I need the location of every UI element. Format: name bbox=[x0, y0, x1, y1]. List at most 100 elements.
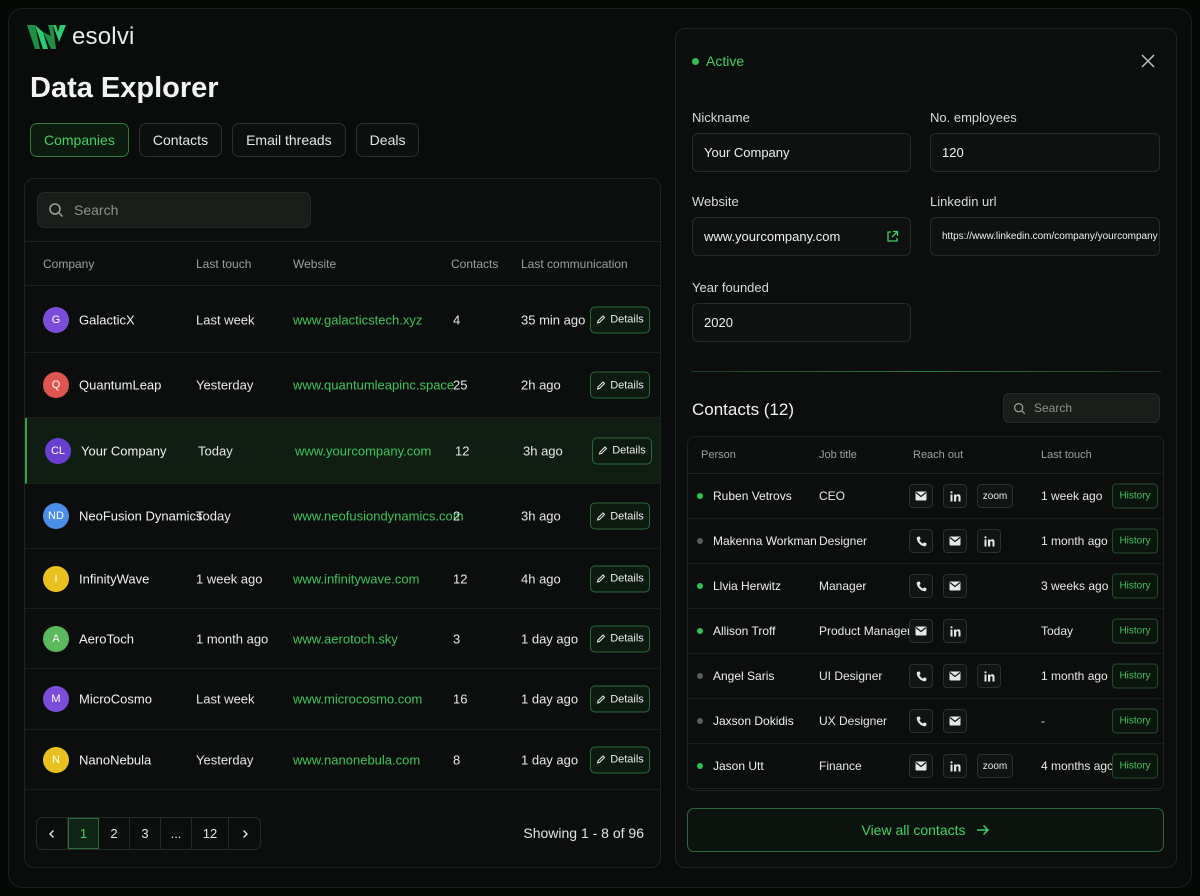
last-communication: 2h ago bbox=[521, 377, 561, 393]
chevron-left-icon bbox=[49, 829, 54, 838]
last-touch: 1 month ago bbox=[1041, 669, 1108, 683]
section-divider bbox=[691, 371, 1161, 372]
mail-button[interactable] bbox=[943, 529, 967, 553]
contacts-count: 12 bbox=[455, 443, 470, 458]
contact-row[interactable]: Makenna Workman Designer 1 month ago Histor… bbox=[688, 519, 1163, 564]
history-button[interactable]: History bbox=[1112, 573, 1158, 599]
contact-row[interactable]: Llvia Herwitz Manager 3 weeks ago History bbox=[688, 564, 1163, 609]
history-button[interactable]: History bbox=[1112, 618, 1158, 644]
zoom-button[interactable]: zoom bbox=[977, 754, 1013, 778]
contacts-search-input[interactable]: Search bbox=[1003, 393, 1160, 423]
website-field[interactable]: www.yourcompany.com bbox=[692, 217, 911, 256]
details-button[interactable]: Details bbox=[590, 565, 650, 592]
table-row[interactable]: I InfinityWave 1 week ago www.infinitywave.… bbox=[25, 549, 660, 609]
founded-field[interactable]: 2020 bbox=[692, 303, 911, 342]
companies-search-input[interactable]: Search bbox=[37, 192, 311, 228]
page-2-button[interactable]: 2 bbox=[99, 818, 130, 849]
tab-deals[interactable]: Deals bbox=[355, 123, 420, 157]
website-link[interactable]: www.microcosmo.com bbox=[293, 692, 422, 707]
phone-button[interactable] bbox=[909, 574, 933, 598]
person-name: Llvia Herwitz bbox=[713, 579, 782, 593]
linkedin-field[interactable]: https://www.linkedin.com/company/yourcom… bbox=[930, 217, 1160, 256]
phone-button[interactable] bbox=[909, 529, 933, 553]
zoom-button[interactable]: zoom bbox=[977, 484, 1013, 508]
employees-field[interactable]: 120 bbox=[930, 133, 1160, 172]
contact-row[interactable]: Ruben Vetrovs CEO zoom 1 week ago History bbox=[688, 474, 1163, 519]
table-row[interactable]: N NanoNebula Yesterday www.nanonebula.com 8 1… bbox=[25, 730, 660, 790]
employees-label: No. employees bbox=[930, 110, 1017, 125]
col-company: Company bbox=[43, 256, 95, 271]
close-icon[interactable] bbox=[1140, 53, 1156, 69]
view-all-contacts-button[interactable]: View all contacts bbox=[687, 808, 1164, 852]
website-link[interactable]: www.yourcompany.com bbox=[295, 443, 431, 458]
page-12-button[interactable]: 12 bbox=[192, 818, 229, 849]
linkedin-button[interactable] bbox=[943, 754, 967, 778]
table-row[interactable]: Q QuantumLeap Yesterday www.quantumleapinc.… bbox=[25, 353, 660, 418]
details-button[interactable]: Details bbox=[590, 685, 650, 713]
website-link[interactable]: www.galacticstech.xyz bbox=[293, 312, 422, 327]
table-row[interactable]: A AeroToch 1 month ago www.aerotoch.sky 3 1 d… bbox=[25, 609, 660, 669]
founded-value: 2020 bbox=[704, 315, 733, 330]
website-link[interactable]: www.quantumleapinc.space bbox=[293, 378, 454, 393]
nickname-field[interactable]: Your Company bbox=[692, 133, 911, 172]
website-link[interactable]: www.nanonebula.com bbox=[293, 752, 420, 767]
website-link[interactable]: www.aerotoch.sky bbox=[293, 631, 398, 646]
website-link[interactable]: www.neofusiondynamics.com bbox=[293, 509, 464, 524]
chevron-right-icon bbox=[242, 829, 248, 838]
phone-button[interactable] bbox=[909, 664, 933, 688]
history-button[interactable]: History bbox=[1112, 708, 1158, 734]
details-button[interactable]: Details bbox=[592, 437, 652, 464]
history-button[interactable]: History bbox=[1112, 483, 1158, 509]
linkedin-button[interactable] bbox=[977, 529, 1001, 553]
details-button[interactable]: Details bbox=[590, 625, 650, 652]
contact-row[interactable]: Jaxson Dokidis UX Designer - History bbox=[688, 699, 1163, 744]
mail-icon bbox=[915, 626, 927, 636]
details-button[interactable]: Details bbox=[590, 371, 650, 399]
person-name: Makenna Workman bbox=[713, 534, 817, 548]
history-button[interactable]: History bbox=[1112, 663, 1158, 689]
mail-button[interactable] bbox=[943, 664, 967, 688]
details-button[interactable]: Details bbox=[590, 746, 650, 773]
contact-row[interactable]: Jason Utt Finance zoom 4 months ago History bbox=[688, 744, 1163, 789]
mail-button[interactable] bbox=[909, 484, 933, 508]
last-touch: Last week bbox=[196, 312, 255, 327]
person-name: Ruben Vetrovs bbox=[713, 489, 792, 503]
mail-button[interactable] bbox=[909, 754, 933, 778]
table-row[interactable]: ND NeoFusion Dynamics Today www.neofusiondy… bbox=[25, 484, 660, 549]
company-name: NanoNebula bbox=[79, 752, 152, 767]
mail-icon bbox=[949, 536, 961, 546]
company-name: GalacticX bbox=[79, 312, 135, 327]
page-1-button[interactable]: 1 bbox=[68, 818, 99, 849]
next-page-button[interactable] bbox=[229, 818, 260, 849]
linkedin-button[interactable] bbox=[977, 664, 1001, 688]
tab-email-threads[interactable]: Email threads bbox=[232, 123, 346, 157]
last-touch: 1 month ago bbox=[1041, 534, 1108, 548]
col-contacts: Contacts bbox=[451, 256, 499, 271]
details-button[interactable]: Details bbox=[590, 306, 650, 333]
col-person: Person bbox=[701, 449, 736, 461]
table-row[interactable]: G GalacticX Last week www.galacticstech.xyz… bbox=[25, 287, 660, 353]
prev-page-button[interactable] bbox=[37, 818, 68, 849]
website-link[interactable]: www.infinitywave.com bbox=[293, 571, 419, 586]
details-button[interactable]: Details bbox=[590, 502, 650, 530]
contact-row[interactable]: Allison Troff Product Manager Today History bbox=[688, 609, 1163, 654]
tab-contacts[interactable]: Contacts bbox=[138, 123, 223, 157]
history-button[interactable]: History bbox=[1112, 753, 1158, 779]
history-button[interactable]: History bbox=[1112, 528, 1158, 554]
last-touch: Today bbox=[196, 508, 231, 524]
table-row[interactable]: CL Your Company Today www.yourcompany.com 12… bbox=[25, 418, 660, 484]
external-link-icon[interactable] bbox=[886, 230, 899, 243]
search-placeholder: Search bbox=[74, 202, 119, 218]
linkedin-icon bbox=[949, 760, 960, 771]
tab-companies[interactable]: Companies bbox=[30, 123, 129, 157]
mail-button[interactable] bbox=[943, 574, 967, 598]
table-row[interactable]: M MicroCosmo Last week www.microcosmo.com 16… bbox=[25, 669, 660, 730]
phone-button[interactable] bbox=[909, 709, 933, 733]
last-touch: Today bbox=[1041, 624, 1074, 638]
linkedin-button[interactable] bbox=[943, 619, 967, 643]
page-3-button[interactable]: 3 bbox=[130, 818, 161, 849]
contact-row[interactable]: Angel Saris UI Designer 1 month ago History bbox=[688, 654, 1163, 699]
mail-button[interactable] bbox=[943, 709, 967, 733]
linkedin-button[interactable] bbox=[943, 484, 967, 508]
mail-button[interactable] bbox=[909, 619, 933, 643]
